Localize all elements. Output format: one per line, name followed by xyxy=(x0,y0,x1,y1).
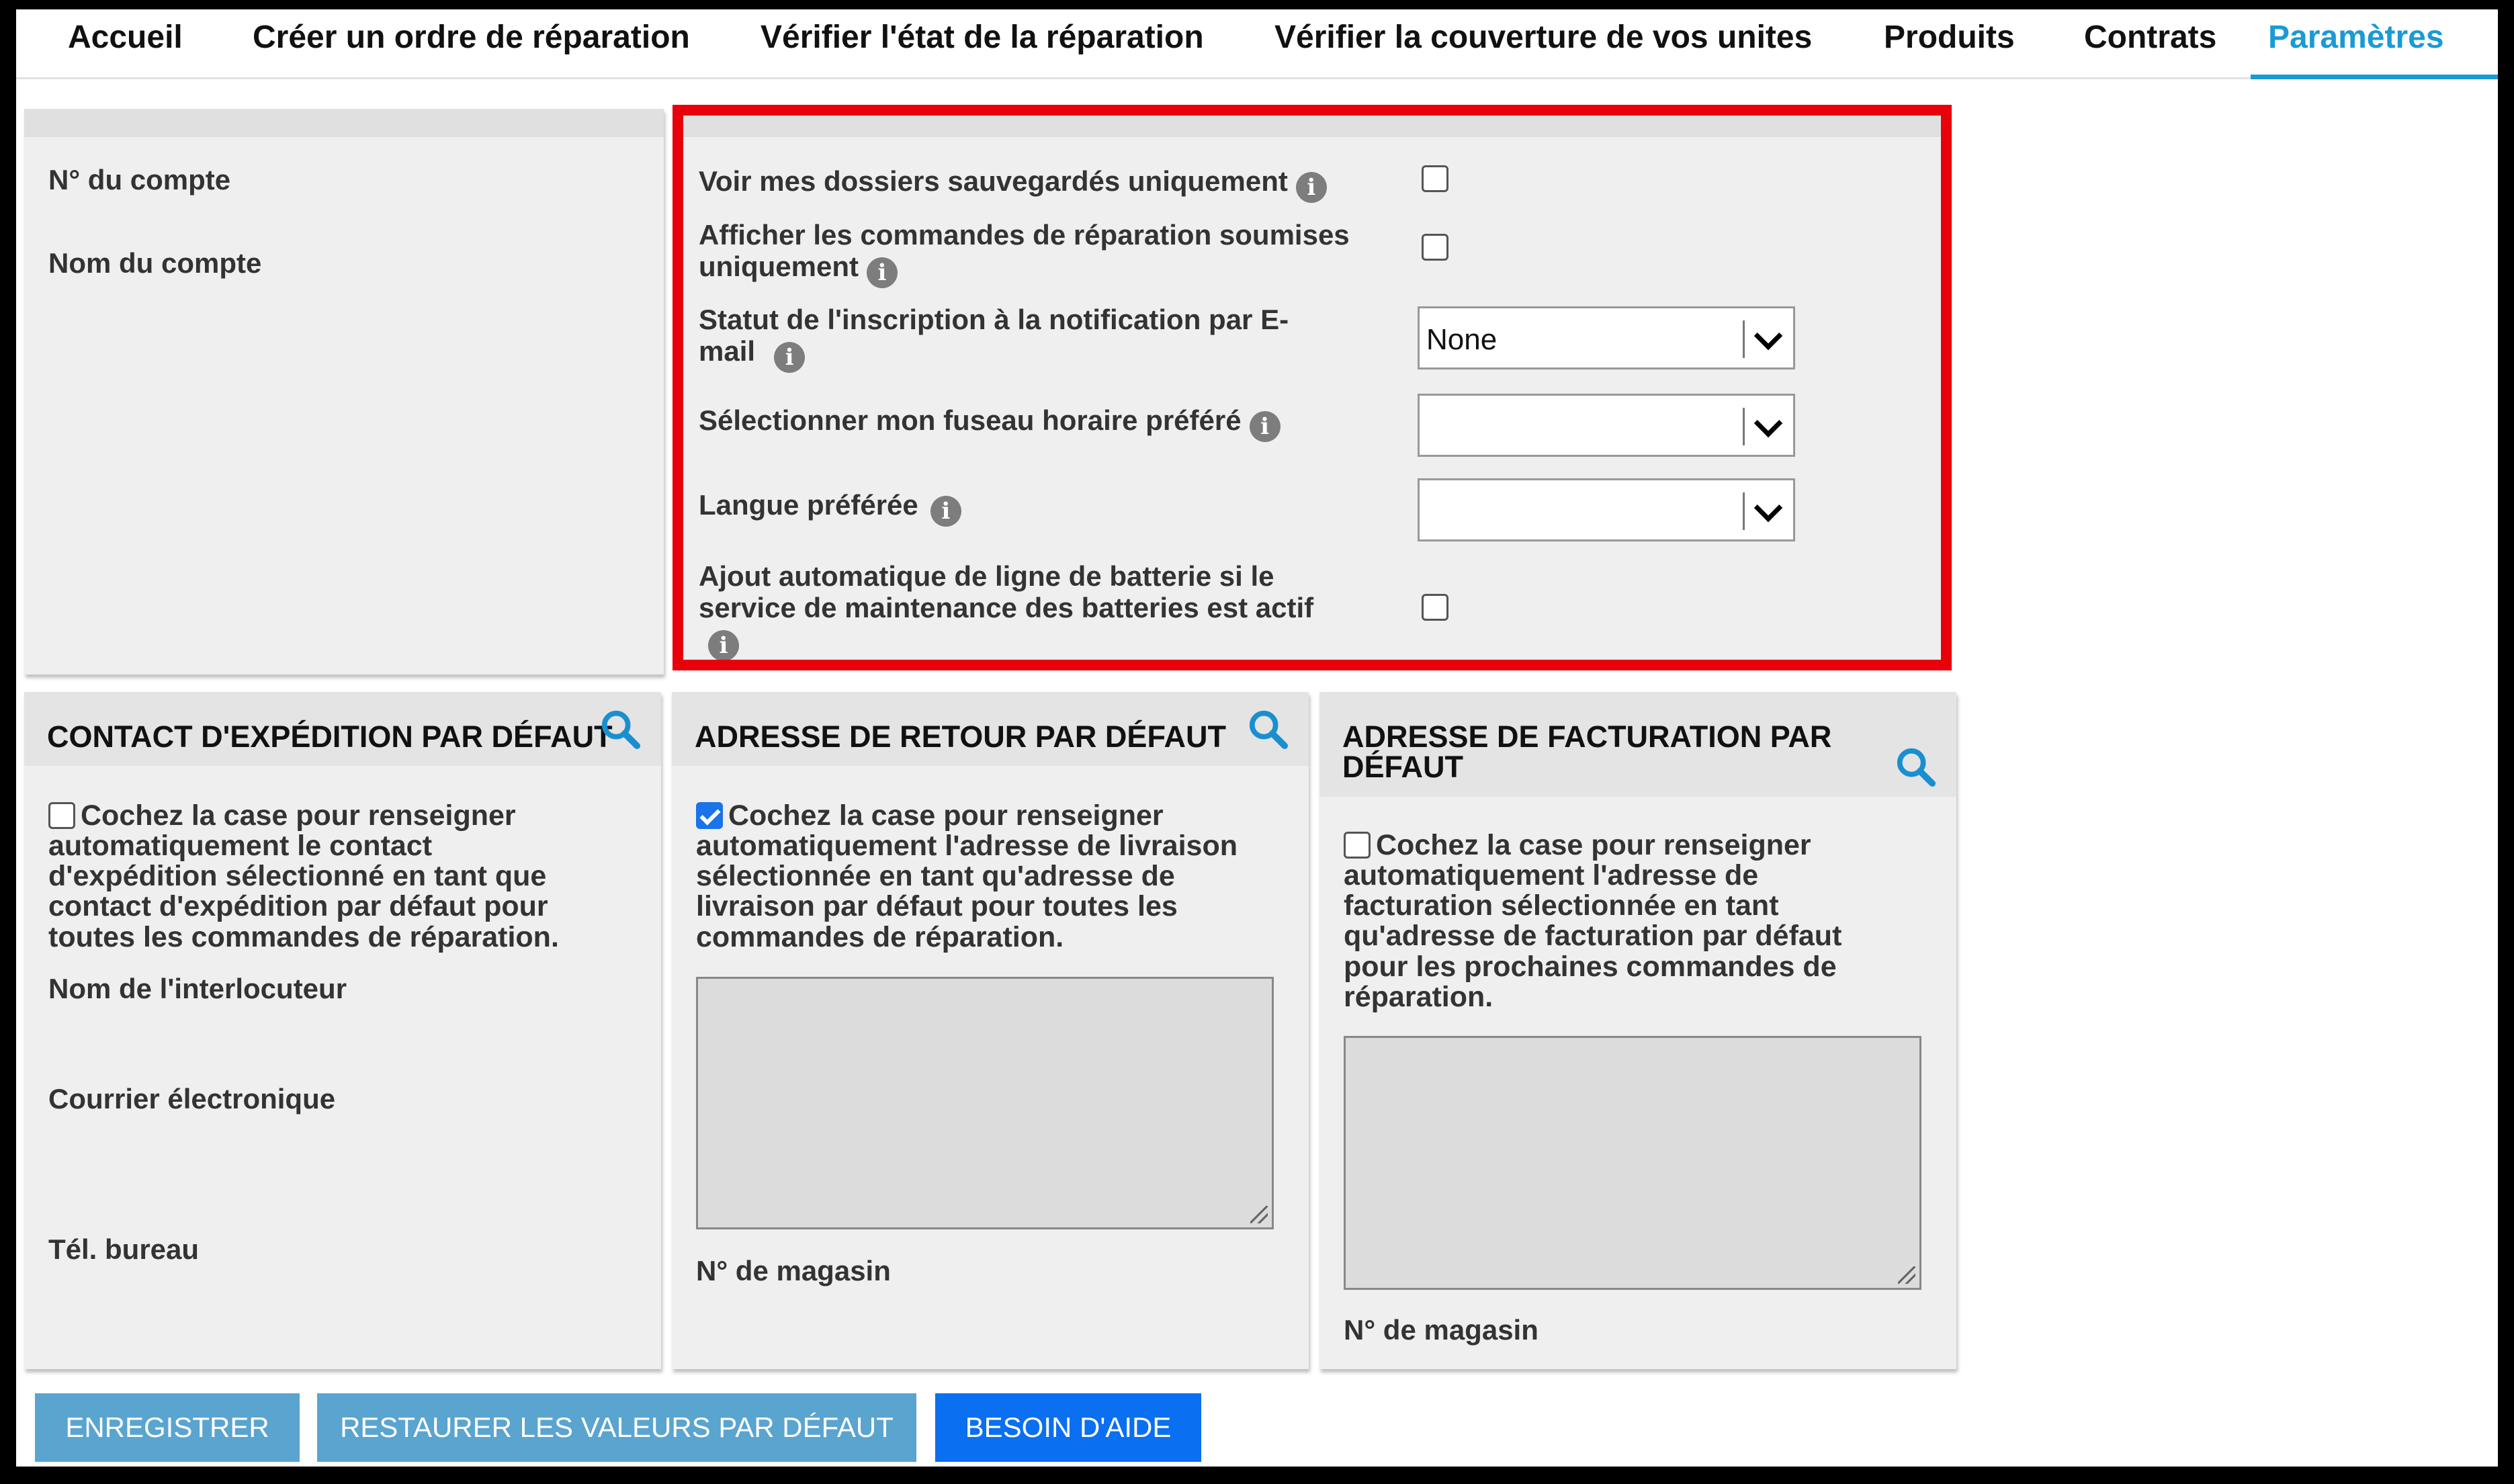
billing-address-textarea[interactable] xyxy=(1344,1036,1921,1290)
tab-produits[interactable]: Produits xyxy=(1884,21,2015,79)
return-text-line-1: Cochez la case pour renseigner xyxy=(728,799,1164,832)
resize-grip-icon[interactable] xyxy=(1250,1206,1268,1223)
office-phone-label: Tél. bureau xyxy=(48,1233,200,1265)
shipping-contact-checkbox[interactable] xyxy=(48,802,75,829)
resize-grip-icon[interactable] xyxy=(1898,1266,1915,1284)
billing-title-line-1: ADRESSE DE FACTURATION PAR xyxy=(1342,719,1832,754)
return-address-panel: ADRESSE DE RETOUR PAR DÉFAUT Cochez la c… xyxy=(672,692,1309,1369)
account-number-label: N° du compte xyxy=(48,164,231,195)
save-button[interactable]: ENREGISTRER xyxy=(35,1393,300,1462)
tab-contrats[interactable]: Contrats xyxy=(2084,21,2216,79)
search-icon[interactable] xyxy=(1247,708,1289,750)
shipping-contact-header: CONTACT D'EXPÉDITION PAR DÉFAUT xyxy=(24,692,661,766)
email-label: Courrier électronique xyxy=(48,1083,336,1115)
return-address-header: ADRESSE DE RETOUR PAR DÉFAUT xyxy=(672,692,1309,766)
tab-accueil[interactable]: Accueil xyxy=(68,21,183,79)
return-address-textarea[interactable] xyxy=(696,977,1274,1229)
account-panel: N° du compte Nom du compte xyxy=(24,109,664,674)
billing-title-line-2: DÉFAUT xyxy=(1342,750,1463,784)
highlight-box xyxy=(673,105,1952,670)
return-text-line-3: sélectionnée en tant qu'adresse de xyxy=(696,860,1175,893)
billing-text-line-6: réparation. xyxy=(1344,980,1493,1013)
shipping-contact-panel: CONTACT D'EXPÉDITION PAR DÉFAUT Cochez l… xyxy=(24,692,661,1369)
billing-address-checkbox[interactable] xyxy=(1344,832,1371,859)
search-icon[interactable] xyxy=(1895,746,1936,787)
shipping-contact-title: CONTACT D'EXPÉDITION PAR DÉFAUT xyxy=(47,719,613,754)
shipping-text-line-1: Cochez la case pour renseigner xyxy=(81,799,516,832)
return-address-checkbox[interactable] xyxy=(696,802,723,829)
billing-address-checkbox-text: Cochez la case pour renseigner automatiq… xyxy=(1344,830,1841,1012)
return-store-number-label: N° de magasin xyxy=(696,1255,891,1286)
billing-store-number-label: N° de magasin xyxy=(1344,1314,1538,1346)
billing-address-header: ADRESSE DE FACTURATION PAR DÉFAUT xyxy=(1319,692,1956,797)
tab-verifier-couverture[interactable]: Vérifier la couverture de vos unites xyxy=(1274,21,1812,79)
shipping-text-line-4: contact d'expédition par défaut pour xyxy=(48,890,548,923)
contact-name-label: Nom de l'interlocuteur xyxy=(48,973,347,1004)
account-name-label: Nom du compte xyxy=(48,247,262,279)
return-text-line-5: commandes de réparation. xyxy=(696,920,1064,953)
billing-text-line-5: pour les prochaines commandes de xyxy=(1344,950,1837,983)
billing-text-line-1: Cochez la case pour renseigner xyxy=(1376,829,1811,861)
return-address-checkbox-text: Cochez la case pour renseigner automatiq… xyxy=(696,799,1238,953)
return-text-line-2: automatiquement l'adresse de livraison xyxy=(696,830,1238,863)
shipping-text-line-2: automatiquement le contact xyxy=(48,830,433,863)
tab-verifier-etat[interactable]: Vérifier l'état de la réparation xyxy=(761,21,1204,79)
billing-address-panel: ADRESSE DE FACTURATION PAR DÉFAUT Cochez… xyxy=(1319,692,1956,1369)
return-address-title: ADRESSE DE RETOUR PAR DÉFAUT xyxy=(695,719,1226,754)
billing-text-line-3: facturation sélectionnée en tant xyxy=(1344,889,1779,922)
search-icon[interactable] xyxy=(599,708,641,750)
billing-text-line-4: qu'adresse de facturation par défaut xyxy=(1344,920,1842,953)
help-button[interactable]: BESOIN D'AIDE xyxy=(935,1393,1201,1462)
shipping-text-line-5: toutes les commandes de réparation. xyxy=(48,920,559,953)
settings-page: Accueil Créer un ordre de réparation Vér… xyxy=(16,9,2498,1467)
billing-address-title: ADRESSE DE FACTURATION PAR DÉFAUT xyxy=(1342,722,1831,782)
tab-parametres[interactable]: Paramètres xyxy=(2251,21,2498,79)
account-panel-header xyxy=(24,109,664,137)
return-text-line-4: livraison par défaut pour toutes les xyxy=(696,890,1178,923)
restore-defaults-button[interactable]: RESTAURER LES VALEURS PAR DÉFAUT xyxy=(317,1393,916,1462)
billing-text-line-2: automatiquement l'adresse de xyxy=(1344,859,1759,892)
main-nav: Accueil Créer un ordre de réparation Vér… xyxy=(16,9,2498,79)
shipping-text-line-3: d'expédition sélectionné en tant que xyxy=(48,860,547,893)
shipping-contact-checkbox-text: Cochez la case pour renseigner automatiq… xyxy=(48,799,559,953)
tab-creer-ordre[interactable]: Créer un ordre de réparation xyxy=(253,21,690,79)
